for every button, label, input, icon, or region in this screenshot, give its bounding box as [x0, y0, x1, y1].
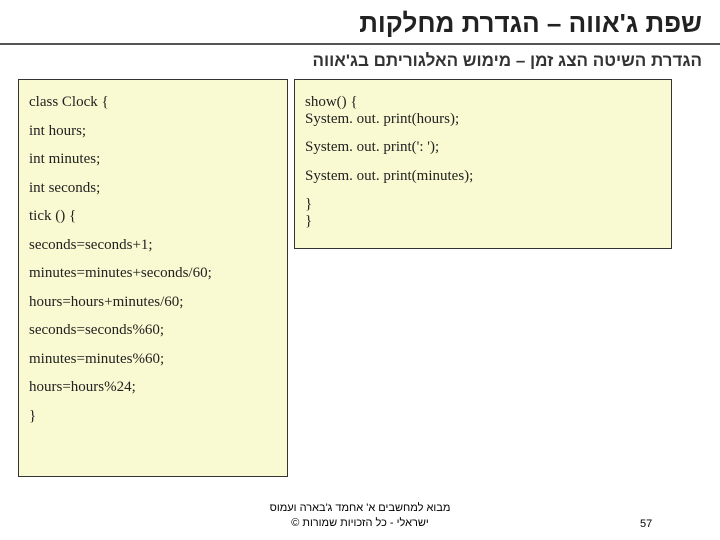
code-line: System. out. print(minutes);	[305, 162, 661, 191]
code-line: hours=hours+minutes/60;	[29, 288, 277, 317]
code-line: int minutes;	[29, 145, 277, 174]
page-title: שפת ג'אווה – הגדרת מחלקות	[0, 0, 720, 45]
footer: מבוא למחשבים א' אחמד ג'בארה ועמוס ישראלי…	[0, 501, 720, 530]
credit-line: מבוא למחשבים א' אחמד ג'בארה ועמוס	[80, 501, 640, 515]
page-number: 57	[640, 518, 680, 530]
code-line: }	[305, 207, 661, 236]
code-line: hours=hours%24;	[29, 373, 277, 402]
code-line: tick () {	[29, 202, 277, 231]
code-box-right: show() { System. out. print(hours); Syst…	[294, 79, 672, 249]
code-line: seconds=seconds+1;	[29, 231, 277, 260]
page-subtitle: הגדרת השיטה הצג זמן – מימוש האלגוריתם בג…	[0, 45, 720, 79]
code-line: minutes=minutes%60;	[29, 345, 277, 374]
code-line: }	[29, 402, 277, 431]
code-box-left: class Clock { int hours; int minutes; in…	[18, 79, 288, 477]
code-line: int seconds;	[29, 174, 277, 203]
code-line: int hours;	[29, 117, 277, 146]
code-line: seconds=seconds%60;	[29, 316, 277, 345]
code-line: System. out. print(hours);	[305, 105, 661, 134]
content-row: class Clock { int hours; int minutes; in…	[0, 79, 720, 477]
code-line: minutes=minutes+seconds/60;	[29, 259, 277, 288]
code-line: System. out. print(': ');	[305, 133, 661, 162]
code-line: class Clock {	[29, 88, 277, 117]
footer-credit: מבוא למחשבים א' אחמד ג'בארה ועמוס ישראלי…	[80, 501, 640, 530]
credit-line: ישראלי - כל הזכויות שמורות ©	[80, 516, 640, 530]
